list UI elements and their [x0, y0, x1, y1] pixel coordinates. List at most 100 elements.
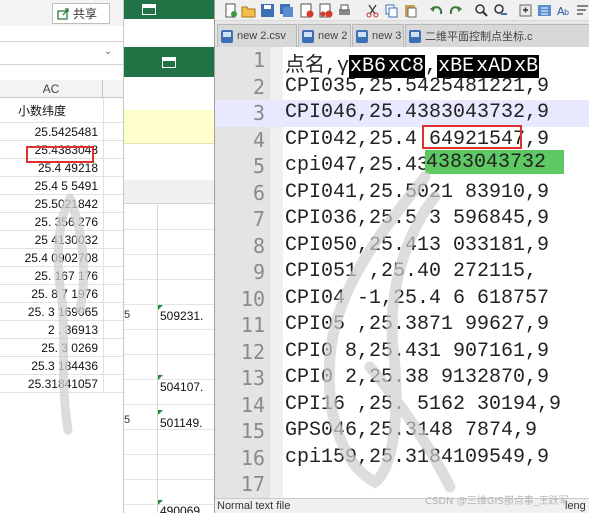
- table-cell[interactable]: 25.3 184436: [0, 357, 123, 375]
- table-cell[interactable]: 25.31841057: [0, 375, 123, 393]
- tab-label: 二维平面控制点坐标.c: [425, 31, 533, 43]
- replace-icon[interactable]: [493, 3, 508, 18]
- red-annotation-box: [26, 146, 94, 163]
- cell-text: 25. 3 0269: [41, 341, 98, 355]
- error-indicator: [158, 410, 163, 415]
- column-header-ac[interactable]: AC: [0, 80, 103, 98]
- close-all-icon[interactable]: [318, 3, 333, 18]
- selected-text: 4383043732: [426, 151, 547, 174]
- editor-line[interactable]: 6 CPI041,25.5021 83910,9: [215, 180, 589, 207]
- new-file-icon[interactable]: [223, 3, 238, 18]
- line-number: 15: [240, 419, 265, 443]
- editor-toolbar: Ab: [215, 0, 589, 21]
- line-text: CPI04 -1,25.4 6 618757: [285, 286, 550, 310]
- wrap-icon[interactable]: [575, 3, 589, 18]
- line-number: 1: [252, 48, 265, 72]
- paste-icon[interactable]: [403, 3, 418, 18]
- table-cell[interactable]: 25. 3 0269: [0, 339, 123, 357]
- find-icon[interactable]: [474, 3, 489, 18]
- editor-line[interactable]: 15 GPS046,25.3148 7874,9: [215, 418, 589, 445]
- cut-icon[interactable]: [365, 3, 380, 18]
- notepad-plus-plus-window: Ab new 2.csv new 2 new 3 二维平面控制点坐标.c 1 点…: [214, 0, 589, 513]
- sync-scroll-icon[interactable]: [537, 3, 552, 18]
- line-number: 13: [240, 366, 265, 390]
- print-icon[interactable]: [337, 3, 352, 18]
- cell-text: 25. 356 276: [34, 215, 98, 229]
- table-cell[interactable]: 25. 3 169065: [0, 303, 123, 321]
- line-text: CPI050,25.413 033181,9: [285, 233, 550, 257]
- language-icon[interactable]: Ab: [556, 3, 571, 18]
- text-editor[interactable]: 1 点名,γxB6 xC8,xBE xAD xB 2 CPI035,25.5425481…: [215, 47, 589, 505]
- editor-line[interactable]: 1 点名,γxB6 xC8,xBE xAD xB: [215, 47, 589, 78]
- status-file-type: Normal text file: [217, 500, 291, 512]
- close-file-icon[interactable]: [299, 3, 314, 18]
- editor-line[interactable]: 11 CPI05 ,25.3871 99627,9: [215, 312, 589, 339]
- editor-line[interactable]: 8 CPI050,25.413 033181,9: [215, 233, 589, 260]
- excel-ribbon-green: [124, 47, 214, 77]
- save-all-icon[interactable]: [279, 3, 294, 18]
- line-text: CPI16 ,25. 5162 30194,9: [285, 392, 562, 416]
- editor-line[interactable]: 2 CPI035,25.5425481221,9: [215, 74, 589, 101]
- table-cell[interactable]: 25.4 0902708: [0, 249, 123, 267]
- excel-window-left: 共享 ⌄ AC 小数纬度 25.5425481 25.4383043 25.4 …: [0, 0, 124, 513]
- cell-text[interactable]: 501149.: [160, 416, 203, 430]
- cell-text: 25. 3 169065: [27, 305, 98, 319]
- cell-text: 25 4130032: [34, 233, 98, 247]
- chevron-down-icon[interactable]: ⌄: [104, 46, 112, 57]
- line-number: 17: [240, 472, 265, 496]
- cell-column: 小数纬度 25.5425481 25.4383043 25.4 49218 25…: [0, 98, 123, 393]
- line-text: CPI0 8,25.431 907161,9: [285, 339, 550, 363]
- excel-window-middle: 5 509231. 504107. 5 501149. 490069: [124, 0, 214, 513]
- cell-text[interactable]: 490069: [160, 504, 200, 513]
- cell-text: 25.5425481: [34, 125, 98, 139]
- table-cell[interactable]: 2 . 36913: [0, 321, 123, 339]
- tab-new-2[interactable]: new 2: [298, 24, 351, 47]
- zoom-icon[interactable]: [518, 3, 533, 18]
- redo-icon[interactable]: [448, 3, 463, 18]
- column-header-bar: [124, 180, 214, 204]
- editor-line[interactable]: 7 CPI036,25.5 3 596845,9: [215, 206, 589, 233]
- line-number: 14: [240, 392, 265, 417]
- editor-line[interactable]: 14 CPI16 ,25. 5162 30194,9: [215, 392, 589, 419]
- window-icon[interactable]: [162, 57, 176, 68]
- file-icon: [302, 29, 314, 43]
- cell-text[interactable]: 509231.: [160, 309, 203, 323]
- table-cell[interactable]: 25. 167 176: [0, 267, 123, 285]
- window-icon[interactable]: [142, 4, 156, 15]
- editor-line[interactable]: 9 CPI051 ,25.40 272115,: [215, 259, 589, 286]
- table-cell[interactable]: 25.5021842: [0, 195, 123, 213]
- tab-new-3[interactable]: new 3: [352, 24, 404, 47]
- undo-icon[interactable]: [429, 3, 444, 18]
- line-number: 9: [252, 260, 265, 284]
- line-text: CPI046,25.4383043732,9: [285, 101, 550, 124]
- cell-text[interactable]: 504107.: [160, 380, 203, 394]
- cell-text: 25.3 184436: [31, 359, 98, 373]
- table-cell[interactable]: 25 4130032: [0, 231, 123, 249]
- cell-text: 25.4 49218: [37, 161, 98, 175]
- table-cell[interactable]: 25.4 5 5491: [0, 177, 123, 195]
- tab-new-2-csv[interactable]: new 2.csv: [217, 24, 297, 47]
- cell-text: 25. 167 176: [34, 269, 98, 283]
- header-cell[interactable]: 小数纬度: [0, 98, 123, 123]
- table-cell[interactable]: 25.5425481: [0, 123, 123, 141]
- editor-line[interactable]: 13 CPI0 2,25.38 9132870,9: [215, 365, 589, 392]
- table-cell[interactable]: 25. 356 276: [0, 213, 123, 231]
- line-number: 5: [252, 154, 265, 178]
- header-cell-text: 小数纬度: [18, 104, 67, 118]
- column-header-next[interactable]: [103, 80, 123, 98]
- open-file-icon[interactable]: [241, 3, 256, 18]
- save-icon[interactable]: [260, 3, 275, 18]
- cell-text: 5: [124, 414, 131, 426]
- copy-icon[interactable]: [384, 3, 399, 18]
- editor-line[interactable]: 16 cpi159,25.3184109549,9: [215, 445, 589, 472]
- share-button[interactable]: 共享: [52, 3, 110, 24]
- line-text: CPI05 ,25.3871 99627,9: [285, 313, 550, 336]
- cell-text: 2 . 36913: [47, 323, 98, 337]
- formula-bar[interactable]: ⌄: [0, 41, 123, 65]
- line-number: 7: [252, 207, 265, 231]
- tab-control-points[interactable]: 二维平面控制点坐标.c: [405, 24, 589, 47]
- editor-line[interactable]: 12 CPI0 8,25.431 907161,9: [215, 339, 589, 366]
- editor-line-current[interactable]: 3 CPI046,25.4383043732,9: [215, 100, 589, 127]
- editor-line[interactable]: 10 CPI04 -1,25.4 6 618757: [215, 286, 589, 313]
- table-cell[interactable]: 25. 8 7 1976: [0, 285, 123, 303]
